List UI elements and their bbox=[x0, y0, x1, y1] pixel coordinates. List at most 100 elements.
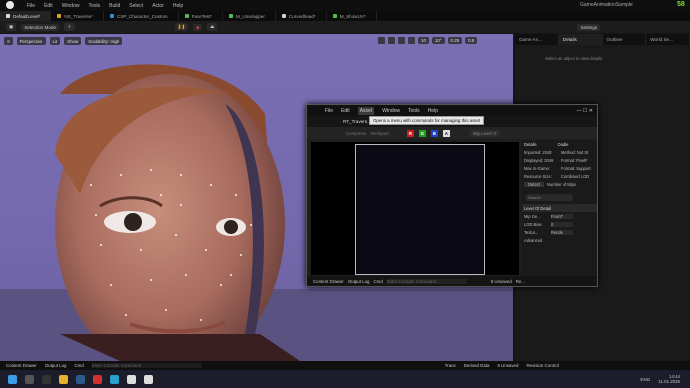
unsaved-button[interactable]: 5 Unsaved bbox=[497, 363, 518, 368]
menu-build[interactable]: Build bbox=[109, 3, 120, 9]
aw-unsaved[interactable]: 5 Unsaved bbox=[491, 279, 512, 284]
menu-tools[interactable]: Tools bbox=[88, 3, 100, 9]
menu-help[interactable]: Help bbox=[173, 3, 183, 9]
channel-g[interactable]: G bbox=[418, 129, 426, 137]
menu-edit[interactable]: Edit bbox=[44, 3, 53, 9]
lod-label: Textur... bbox=[524, 229, 539, 235]
doc-tab[interactable]: Curvedhead* bbox=[276, 11, 327, 21]
uv-point bbox=[240, 254, 242, 256]
rotate-icon[interactable] bbox=[398, 37, 405, 44]
mode-selector[interactable]: Selection Mode bbox=[21, 23, 60, 31]
aw-menu-help[interactable]: Help bbox=[428, 108, 438, 114]
taskview-icon[interactable] bbox=[42, 374, 51, 384]
edge-icon[interactable] bbox=[110, 374, 119, 384]
doc-tab[interactable]: NS_Traverse* bbox=[51, 11, 105, 21]
menu-actor[interactable]: Actor bbox=[152, 3, 164, 9]
start-icon[interactable] bbox=[8, 374, 17, 384]
scale-icon[interactable] bbox=[408, 37, 415, 44]
tab-game-animation[interactable]: Game An... bbox=[515, 34, 559, 45]
doc-tab[interactable]: M_Unwrapper bbox=[223, 11, 276, 21]
derived-data-button[interactable]: Derived Data bbox=[464, 363, 490, 368]
texture-editor-window[interactable]: File Edit Asset Window Tools Help — ☐ ✕ … bbox=[306, 104, 598, 287]
aw-menu-window[interactable]: Window bbox=[382, 108, 400, 114]
advanced-section[interactable]: Advanced bbox=[522, 236, 597, 244]
unreal-taskbar-icon[interactable] bbox=[127, 374, 136, 384]
asset-type-icon bbox=[229, 14, 234, 18]
save-icon[interactable]: ▣ bbox=[6, 23, 17, 31]
aw-output-log[interactable]: Output Log bbox=[348, 279, 370, 284]
viewport-menu-button[interactable]: ≡ bbox=[4, 37, 13, 45]
aw-menu-asset[interactable]: Asset bbox=[357, 106, 375, 115]
aw-console-input[interactable]: Enter Console Command bbox=[386, 278, 467, 284]
search-icon[interactable] bbox=[25, 374, 34, 384]
oodle-tab[interactable]: Oodle bbox=[558, 142, 569, 147]
lod-value[interactable]: 0 bbox=[551, 221, 573, 227]
compress-button[interactable]: Compress bbox=[346, 131, 366, 136]
doc-tab[interactable]: M_ShowUV* bbox=[327, 11, 377, 21]
menu-file[interactable]: File bbox=[27, 3, 35, 9]
window-controls[interactable]: — ☐ ✕ bbox=[577, 108, 593, 114]
lod-row: Textur... Rende bbox=[522, 228, 597, 236]
move-icon[interactable] bbox=[388, 37, 395, 44]
details-empty-hint: Select an object to view details bbox=[545, 56, 603, 61]
texture-preview[interactable] bbox=[311, 142, 519, 275]
explorer-icon[interactable] bbox=[59, 374, 68, 384]
add-icon[interactable]: ＋ bbox=[64, 23, 75, 31]
angle-snap[interactable]: 10° bbox=[431, 37, 445, 44]
console-input[interactable]: Enter Console Command bbox=[91, 363, 202, 368]
show-button[interactable]: Show bbox=[64, 37, 82, 45]
channel-r[interactable]: R bbox=[406, 129, 414, 137]
tab-world-settings[interactable]: World Se... bbox=[646, 34, 690, 45]
menu-select[interactable]: Select bbox=[129, 3, 143, 9]
reimport-button[interactable]: Reimport bbox=[371, 131, 389, 136]
camera-speed[interactable]: 0.5 bbox=[465, 37, 478, 44]
asset-type-icon bbox=[184, 14, 189, 18]
stat-left[interactable]: Detect bbox=[524, 181, 544, 187]
tab-details[interactable]: Details bbox=[558, 34, 603, 45]
stat-row: Detect Number of Mips bbox=[522, 180, 597, 188]
right-panel-tabs: Game An... Details Outliner World Se... bbox=[515, 34, 690, 45]
eject-button[interactable]: ⏏ bbox=[207, 23, 218, 31]
stop-button[interactable]: ■ bbox=[193, 23, 203, 31]
lod-value[interactable]: Rende bbox=[551, 229, 573, 235]
lod-section-header[interactable]: Level Of Detail bbox=[522, 204, 597, 212]
output-log-button[interactable]: Output Log bbox=[45, 363, 67, 368]
opera-icon[interactable] bbox=[93, 374, 102, 384]
mip-level-select[interactable]: Mip Level: 0 bbox=[469, 129, 500, 137]
steam-icon[interactable] bbox=[76, 374, 85, 384]
details-tab[interactable]: Details bbox=[524, 142, 537, 147]
grid-snap[interactable]: 10 bbox=[418, 37, 429, 44]
aw-menu-file[interactable]: File bbox=[325, 108, 333, 114]
trace-button[interactable]: Trace bbox=[445, 363, 456, 368]
select-icon[interactable] bbox=[378, 37, 385, 44]
scalability-button[interactable]: Scalability: High bbox=[85, 37, 123, 45]
doc-tab-label: Curvedhead* bbox=[288, 13, 316, 19]
texture-tab-label[interactable]: RT_Travers... bbox=[343, 119, 371, 124]
details-search-input[interactable]: Search bbox=[525, 194, 573, 201]
aw-menu-edit[interactable]: Edit bbox=[341, 108, 350, 114]
lit-button[interactable]: Lit bbox=[49, 37, 61, 45]
revision-control-button[interactable]: Revision Control bbox=[526, 363, 558, 368]
aw-menu-tools[interactable]: Tools bbox=[408, 108, 420, 114]
language-indicator[interactable]: ENG bbox=[640, 377, 650, 382]
channel-b[interactable]: B bbox=[430, 129, 438, 137]
doc-tab[interactable]: DefaultLevel* bbox=[0, 11, 52, 21]
unreal-taskbar-icon-2[interactable] bbox=[144, 374, 153, 384]
menu-window[interactable]: Window bbox=[62, 3, 80, 9]
content-drawer-button[interactable]: Content Drawer bbox=[6, 363, 37, 368]
scale-snap[interactable]: 0.25 bbox=[447, 37, 463, 44]
stat-right: Format: PixelF bbox=[561, 157, 588, 163]
settings-button[interactable]: Settings bbox=[577, 23, 601, 31]
doc-tab[interactable]: FaceTest* bbox=[179, 11, 224, 21]
lod-value[interactable]: FromT bbox=[551, 213, 573, 219]
channel-a[interactable]: A bbox=[442, 129, 450, 137]
pause-button[interactable]: ❚❚ bbox=[174, 23, 189, 31]
unreal-logo-icon bbox=[6, 1, 14, 9]
aw-cmd[interactable]: Cmd bbox=[373, 279, 382, 284]
tab-outliner[interactable]: Outliner bbox=[603, 34, 647, 45]
aw-revision[interactable]: Re... bbox=[516, 279, 525, 284]
perspective-button[interactable]: Perspective bbox=[16, 37, 46, 45]
cmd-button[interactable]: Cmd bbox=[74, 363, 83, 368]
aw-content-drawer[interactable]: Content Drawer bbox=[313, 279, 344, 284]
doc-tab[interactable]: CSP_Character_Custom bbox=[104, 11, 179, 21]
